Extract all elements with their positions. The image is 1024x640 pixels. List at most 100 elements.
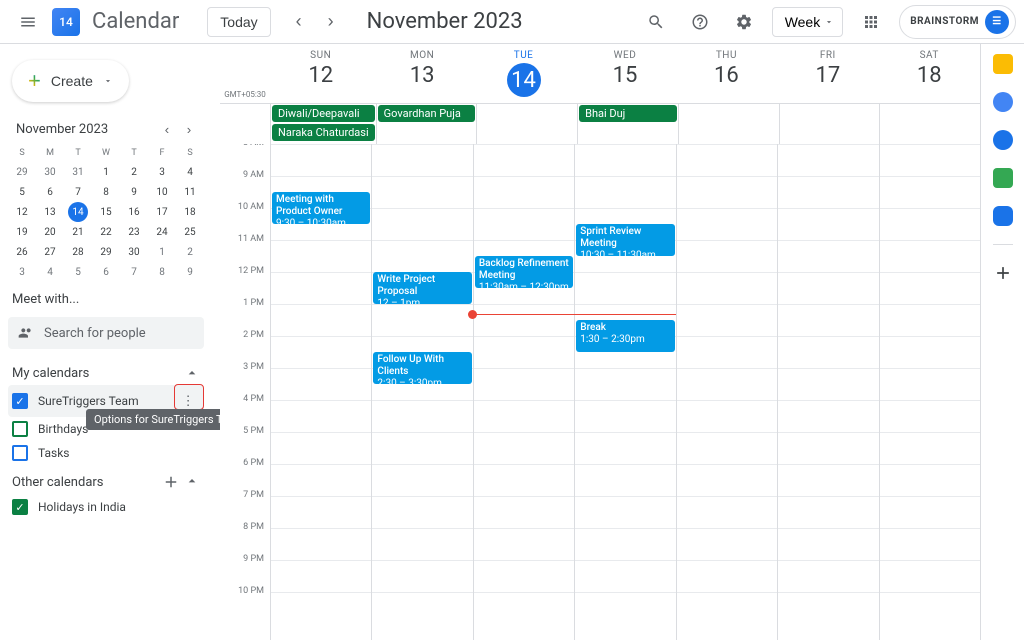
add-calendar-icon[interactable]: [162, 473, 180, 491]
calendar-checkbox[interactable]: ✓: [12, 499, 28, 515]
day-header[interactable]: FRI17: [777, 44, 878, 103]
search-people-input[interactable]: Search for people: [8, 317, 204, 349]
mini-day[interactable]: 8: [92, 182, 120, 202]
mini-day[interactable]: 4: [176, 162, 204, 182]
next-week-button[interactable]: ›: [315, 6, 347, 38]
calendar-checkbox[interactable]: [12, 445, 28, 461]
allday-cell[interactable]: [879, 104, 980, 144]
day-header[interactable]: MON13: [371, 44, 472, 103]
allday-cell[interactable]: [779, 104, 880, 144]
mini-day[interactable]: 13: [36, 202, 64, 222]
day-header[interactable]: THU16: [676, 44, 777, 103]
allday-cell[interactable]: [678, 104, 779, 144]
mini-day[interactable]: 2: [120, 162, 148, 182]
prev-week-button[interactable]: ‹: [283, 6, 315, 38]
chevron-up-icon[interactable]: [184, 473, 200, 489]
maps-icon[interactable]: [993, 168, 1013, 188]
support-button[interactable]: [680, 2, 720, 42]
settings-button[interactable]: [724, 2, 764, 42]
mini-day[interactable]: 26: [8, 242, 36, 262]
day-column[interactable]: [777, 144, 878, 640]
mini-day[interactable]: 22: [92, 222, 120, 242]
mini-day[interactable]: 23: [120, 222, 148, 242]
allday-event[interactable]: Diwali/Deepavali: [272, 105, 375, 122]
mini-day[interactable]: 14: [64, 202, 92, 222]
allday-cell[interactable]: Govardhan Puja: [376, 104, 477, 144]
mini-day[interactable]: 25: [176, 222, 204, 242]
mini-day[interactable]: 30: [36, 162, 64, 182]
mini-day[interactable]: 21: [64, 222, 92, 242]
view-selector[interactable]: Week: [772, 7, 844, 37]
mini-day[interactable]: 18: [176, 202, 204, 222]
account-pill[interactable]: BRAINSTORM ☰: [899, 5, 1016, 39]
calendar-checkbox[interactable]: [12, 421, 28, 437]
mini-day[interactable]: 7: [120, 262, 148, 282]
mini-day[interactable]: 9: [176, 262, 204, 282]
allday-event[interactable]: Govardhan Puja: [378, 105, 476, 122]
calendar-event[interactable]: Meeting with Product Owner9:30 – 10:30am: [272, 192, 370, 224]
mini-day[interactable]: 27: [36, 242, 64, 262]
day-column[interactable]: Sprint Review Meeting10:30 – 11:30am Brea…: [574, 144, 675, 640]
mini-day[interactable]: 11: [176, 182, 204, 202]
allday-event[interactable]: Naraka Chaturdasi: [272, 124, 375, 141]
day-header[interactable]: TUE14: [473, 44, 574, 103]
allday-cell[interactable]: [476, 104, 577, 144]
mini-day[interactable]: 29: [92, 242, 120, 262]
mini-next-month[interactable]: ›: [178, 118, 200, 140]
mini-day[interactable]: 20: [36, 222, 64, 242]
calendar-event[interactable]: Follow Up With Clients2:30 – 3:30pm: [373, 352, 471, 384]
mini-day[interactable]: 2: [176, 242, 204, 262]
mini-day[interactable]: 8: [148, 262, 176, 282]
day-column[interactable]: [676, 144, 777, 640]
mini-day[interactable]: 5: [8, 182, 36, 202]
mini-day[interactable]: 9: [120, 182, 148, 202]
calendar-event[interactable]: Break1:30 – 2:30pm: [576, 320, 674, 352]
mini-day[interactable]: 30: [120, 242, 148, 262]
search-button[interactable]: [636, 2, 676, 42]
contacts-icon[interactable]: [993, 130, 1013, 150]
mini-prev-month[interactable]: ‹: [156, 118, 178, 140]
addon-icon[interactable]: [993, 206, 1013, 226]
mini-day[interactable]: 24: [148, 222, 176, 242]
calendar-event[interactable]: Write Project Proposal12 – 1pm: [373, 272, 471, 304]
mini-day[interactable]: 17: [148, 202, 176, 222]
allday-cell[interactable]: Bhai Duj: [577, 104, 678, 144]
day-header[interactable]: SAT18: [879, 44, 980, 103]
day-header[interactable]: WED15: [574, 44, 675, 103]
calendar-item[interactable]: Tasks: [8, 441, 204, 465]
google-apps-button[interactable]: [851, 2, 891, 42]
mini-day[interactable]: 19: [8, 222, 36, 242]
today-button[interactable]: Today: [207, 7, 270, 37]
mini-day[interactable]: 4: [36, 262, 64, 282]
chevron-up-icon[interactable]: [184, 365, 200, 381]
mini-day[interactable]: 3: [8, 262, 36, 282]
create-button[interactable]: + Create: [12, 60, 129, 102]
mini-day[interactable]: 31: [64, 162, 92, 182]
day-header[interactable]: SUN12: [270, 44, 371, 103]
calendar-checkbox[interactable]: ✓: [12, 393, 28, 409]
day-column[interactable]: Backlog Refinement Meeting11:30am – 12:3…: [473, 144, 574, 640]
mini-day[interactable]: 6: [92, 262, 120, 282]
mini-day[interactable]: 10: [148, 182, 176, 202]
day-column[interactable]: [879, 144, 980, 640]
day-column[interactable]: Meeting with Product Owner9:30 – 10:30am: [270, 144, 371, 640]
mini-day[interactable]: 28: [64, 242, 92, 262]
mini-day[interactable]: 16: [120, 202, 148, 222]
mini-day[interactable]: 29: [8, 162, 36, 182]
mini-day[interactable]: 1: [92, 162, 120, 182]
calendar-event[interactable]: Backlog Refinement Meeting11:30am – 12:3…: [475, 256, 573, 288]
mini-day[interactable]: 3: [148, 162, 176, 182]
day-column[interactable]: Write Project Proposal12 – 1pm Follow Up …: [371, 144, 472, 640]
mini-day[interactable]: 7: [64, 182, 92, 202]
mini-day[interactable]: 1: [148, 242, 176, 262]
mini-day[interactable]: 5: [64, 262, 92, 282]
mini-day[interactable]: 12: [8, 202, 36, 222]
allday-cell[interactable]: Diwali/Deepavali Naraka Chaturdasi: [270, 104, 376, 144]
calendar-item[interactable]: ✓Holidays in India: [8, 495, 204, 519]
calendar-item[interactable]: ✓SureTriggers Team⋮Options for SureTrigg…: [8, 385, 204, 417]
allday-event[interactable]: Bhai Duj: [579, 105, 677, 122]
main-menu-button[interactable]: [8, 2, 48, 42]
mini-day[interactable]: 6: [36, 182, 64, 202]
keep-icon[interactable]: [993, 54, 1013, 74]
calendar-event[interactable]: Sprint Review Meeting10:30 – 11:30am: [576, 224, 674, 256]
